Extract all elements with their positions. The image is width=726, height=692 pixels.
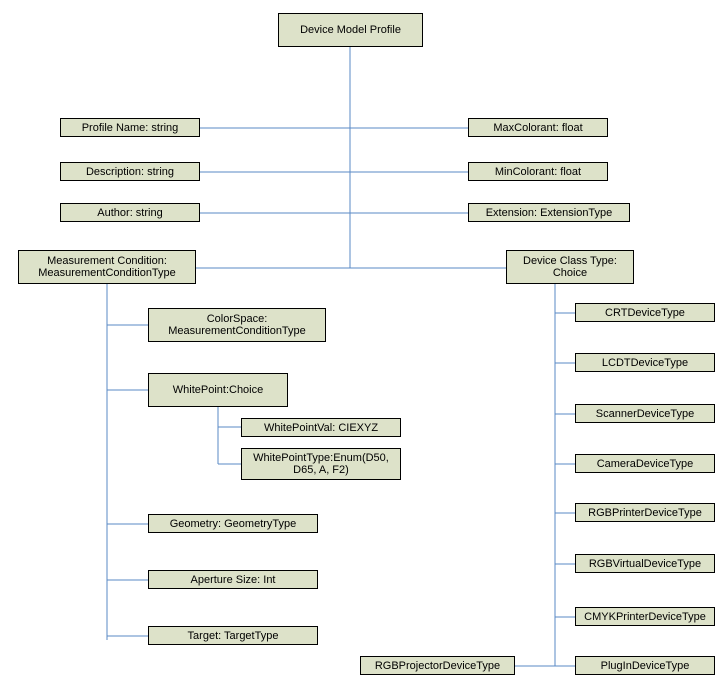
attr-min-colorant: MinColorant: float [468,162,608,181]
m-target: Target: TargetType [148,626,318,645]
m-whitepoint: WhitePoint:Choice [148,373,288,407]
dc-type-0: CRTDeviceType [575,303,715,322]
m-whitepoint-val: WhitePointVal: CIEXYZ [241,418,401,437]
dc-type-2: ScannerDeviceType [575,404,715,423]
root-node: Device Model Profile [278,13,423,47]
attr-extension: Extension: ExtensionType [468,203,630,222]
attr-max-colorant: MaxColorant: float [468,118,608,137]
dc-type-5: RGBVirtualDeviceType [575,554,715,573]
m-colorspace: ColorSpace: MeasurementConditionType [148,308,326,342]
attr-description: Description: string [60,162,200,181]
dc-type-4: RGBPrinterDeviceType [575,503,715,522]
connector-layer [0,0,726,692]
dc-type-6: CMYKPrinterDeviceType [575,607,715,626]
device-class-node: Device Class Type: Choice [506,250,634,284]
diagram-canvas: Device Model Profile Profile Name: strin… [0,0,726,692]
attr-profile-name: Profile Name: string [60,118,200,137]
m-geometry: Geometry: GeometryType [148,514,318,533]
dc-projector: RGBProjectorDeviceType [360,656,515,675]
attr-author: Author: string [60,203,200,222]
dc-type-3: CameraDeviceType [575,454,715,473]
m-whitepoint-type: WhitePointType:Enum(D50, D65, A, F2) [241,448,401,480]
dc-type-7: PlugInDeviceType [575,656,715,675]
dc-type-1: LCDTDeviceType [575,353,715,372]
m-aperture: Aperture Size: Int [148,570,318,589]
measurement-node: Measurement Condition: MeasurementCondit… [18,250,196,284]
